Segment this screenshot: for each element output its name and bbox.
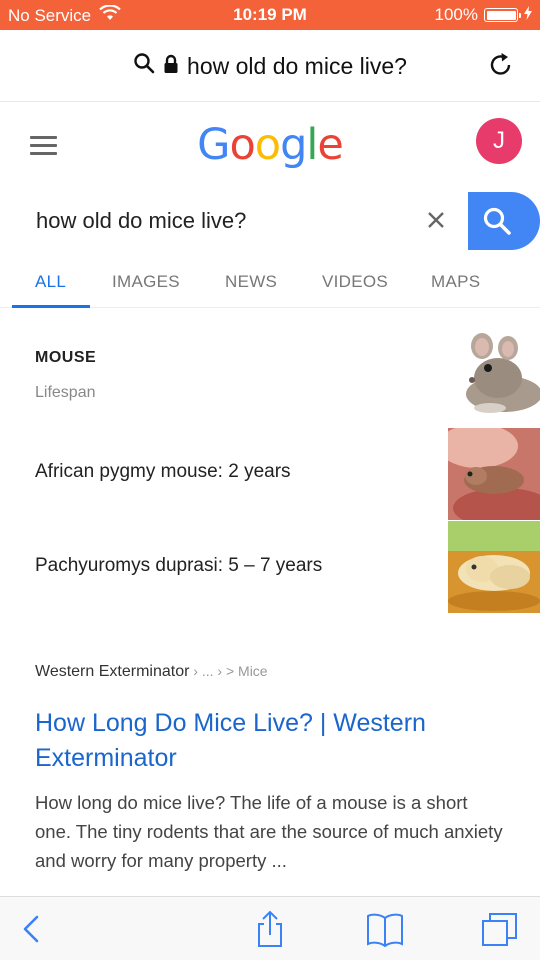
result-snippet: How long do mice live? The life of a mou… — [35, 792, 503, 871]
search-icon — [483, 207, 511, 235]
mouse-image[interactable] — [448, 428, 540, 520]
url-text: how old do mice live? — [187, 52, 407, 79]
search-box — [0, 192, 540, 252]
result-path: › ... › > Mice — [189, 663, 268, 679]
lifespan-item[interactable]: Pachyuromys duprasi: 5 – 7 years — [35, 555, 322, 577]
search-input[interactable] — [36, 208, 396, 234]
result-title-link[interactable]: How Long Do Mice Live? | Western Extermi… — [35, 706, 505, 776]
share-icon[interactable] — [250, 909, 290, 949]
knowledge-subtitle: Lifespan — [35, 384, 96, 401]
url-field[interactable]: how old do mice live? — [0, 52, 540, 80]
tab-maps[interactable]: MAPS — [431, 272, 480, 292]
tab-videos[interactable]: VIDEOS — [322, 272, 388, 292]
battery-percent: 100% — [434, 5, 478, 24]
status-right: 100% — [435, 5, 532, 25]
lock-icon — [163, 53, 179, 80]
tab-all[interactable]: ALL — [35, 272, 66, 292]
mouse-image[interactable] — [448, 521, 540, 613]
result-breadcrumb: Western Exterminator › ... › > Mice — [35, 663, 268, 681]
back-icon[interactable] — [14, 909, 54, 949]
charging-icon — [524, 5, 532, 25]
avatar[interactable]: J — [476, 118, 522, 164]
logo-letter: G — [197, 120, 230, 170]
battery-icon — [484, 8, 521, 22]
tab-news[interactable]: NEWS — [225, 272, 277, 292]
knowledge-title: MOUSE — [35, 349, 97, 366]
tabs-icon[interactable] — [480, 909, 520, 949]
google-logo[interactable]: Google — [0, 120, 540, 170]
status-bar: No Service 10:19 PM 100% — [0, 0, 540, 30]
search-icon — [133, 52, 155, 80]
bookmarks-icon[interactable] — [365, 909, 405, 949]
lifespan-item[interactable]: African pygmy mouse: 2 years — [35, 461, 291, 483]
address-bar[interactable]: how old do mice live? — [0, 30, 540, 102]
logo-letter: g — [280, 120, 307, 170]
mouse-image[interactable] — [460, 328, 540, 416]
logo-letter: o — [254, 120, 281, 170]
tab-images[interactable]: IMAGES — [112, 272, 180, 292]
bottom-toolbar — [0, 896, 540, 960]
clear-icon[interactable] — [424, 208, 448, 232]
reload-icon[interactable] — [488, 52, 514, 78]
logo-letter: e — [317, 120, 343, 170]
logo-letter: o — [229, 120, 255, 170]
search-tabs: ALL IMAGES NEWS VIDEOS MAPS — [0, 258, 540, 308]
logo-letter: l — [306, 120, 318, 170]
google-header: Google J — [0, 102, 540, 192]
active-tab-indicator — [12, 305, 90, 308]
result-site: Western Exterminator — [35, 663, 190, 680]
search-button[interactable] — [468, 192, 540, 250]
